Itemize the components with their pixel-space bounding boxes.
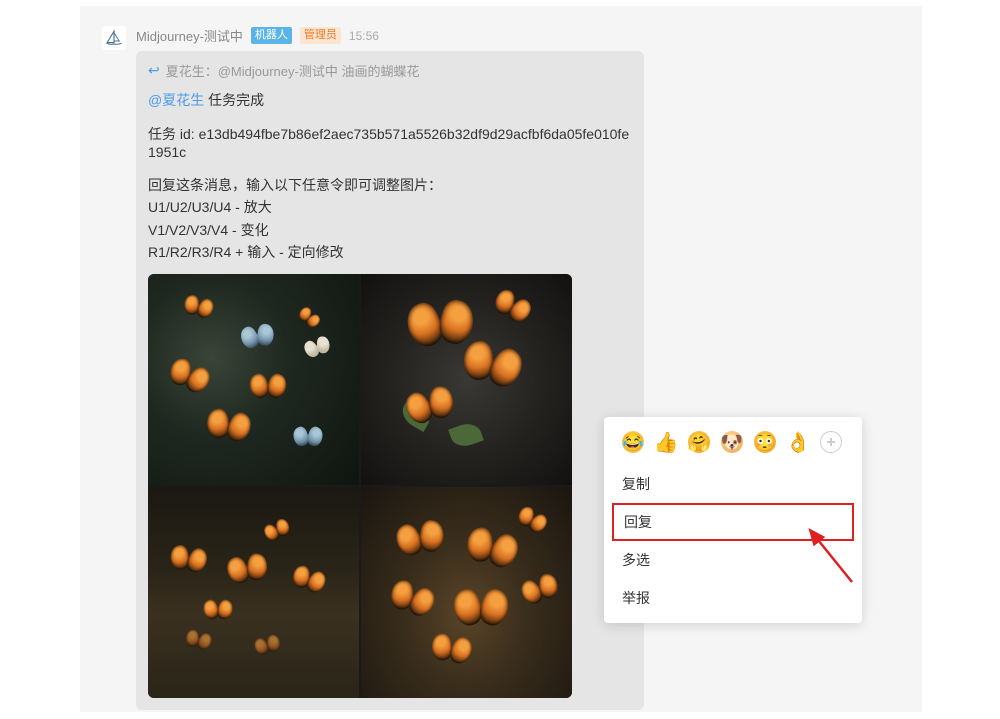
- sailboat-icon: [105, 29, 123, 47]
- reaction-ok-hand-icon[interactable]: 👌: [787, 431, 809, 453]
- reaction-thumbs-up-icon[interactable]: 👍: [655, 431, 677, 453]
- completion-line: @夏花生 任务完成: [148, 90, 632, 110]
- reaction-row: 😂 👍 🤗 🐶 😳 👌: [604, 427, 862, 465]
- image-quadrant-4[interactable]: [361, 487, 572, 698]
- reply-icon: ↩: [148, 62, 160, 79]
- admin-tag: 管理员: [300, 27, 341, 43]
- add-reaction-icon[interactable]: [820, 431, 842, 453]
- image-quadrant-1[interactable]: [148, 274, 359, 485]
- reaction-hug-icon[interactable]: 🤗: [688, 431, 710, 453]
- instructions-variation: V1/V2/V3/V4 - 变化: [148, 219, 632, 241]
- bot-name: Midjourney-测试中: [136, 26, 243, 45]
- menu-item-copy[interactable]: 复制: [604, 465, 862, 503]
- reaction-laugh-cry-icon[interactable]: 😂: [622, 431, 644, 453]
- menu-item-reply[interactable]: 回复: [612, 503, 854, 541]
- reaction-dog-icon[interactable]: 🐶: [721, 431, 743, 453]
- instructions-redirect: R1/R2/R3/R4 + 输入 - 定向修改: [148, 241, 632, 263]
- reaction-shy-icon[interactable]: 😳: [754, 431, 776, 453]
- menu-item-report[interactable]: 举报: [604, 579, 862, 617]
- message-bubble[interactable]: ↩ 夏花生：@Midjourney-测试中 油画的蝴蝶花 @夏花生 任务完成 任…: [136, 51, 644, 710]
- menu-item-multiselect[interactable]: 多选: [604, 541, 862, 579]
- timestamp: 15:56: [349, 29, 379, 43]
- completion-text: 任务完成: [208, 92, 264, 108]
- instructions-intro: 回复这条消息，输入以下任意令即可调整图片：: [148, 174, 632, 196]
- reply-text: 夏花生：@Midjourney-测试中 油画的蝴蝶花: [166, 61, 420, 80]
- bot-avatar[interactable]: [102, 26, 126, 50]
- reply-reference[interactable]: ↩ 夏花生：@Midjourney-测试中 油画的蝴蝶花: [148, 61, 632, 80]
- instructions: 回复这条消息，输入以下任意令即可调整图片： U1/U2/U3/U4 - 放大 V…: [148, 174, 632, 264]
- task-id: 任务 id: e13db494fbe7b86ef2aec735b571a5526…: [148, 124, 632, 160]
- context-menu: 😂 👍 🤗 🐶 😳 👌 复制 回复 多选 举报: [604, 417, 862, 623]
- generated-image-grid[interactable]: [148, 274, 572, 698]
- message-header: Midjourney-测试中 机器人 管理员 15:56: [136, 26, 900, 45]
- mention[interactable]: @夏花生: [148, 92, 204, 108]
- image-quadrant-2[interactable]: [361, 274, 572, 485]
- image-quadrant-3[interactable]: [148, 487, 359, 698]
- instructions-upscale: U1/U2/U3/U4 - 放大: [148, 196, 632, 218]
- bot-tag: 机器人: [251, 27, 292, 43]
